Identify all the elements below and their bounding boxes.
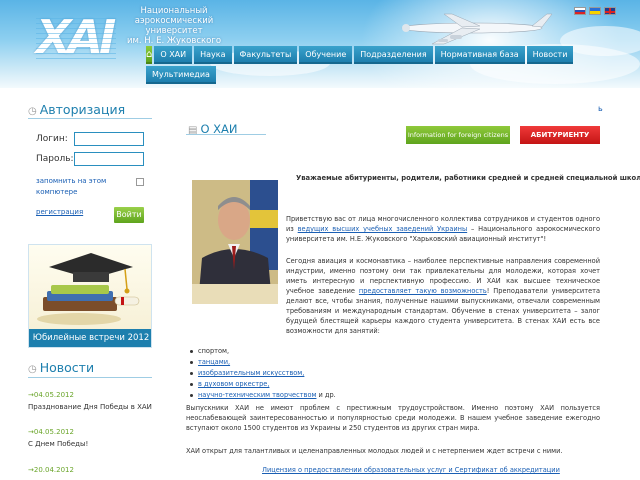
main-nav: ⌂ О ХАИ Наука Факультеты Обучение Подраз…	[146, 46, 574, 86]
anniversary-banner[interactable]: Юбилейные встречи 2012	[28, 244, 152, 348]
divider	[28, 377, 152, 378]
license-link[interactable]: Лицензия о предоставлении образовательны…	[262, 466, 560, 474]
site-header: ХАІ Национальный аэрокосмический универс…	[0, 0, 640, 88]
opportunity-link[interactable]: предоставляет такую возможность	[359, 287, 487, 295]
home-button[interactable]: ⌂	[146, 46, 153, 64]
news-item-title[interactable]: Празднование Дня Победы в ХАИ	[28, 403, 158, 411]
leading-universities-link[interactable]: ведущих высших учебных заведений Украины	[298, 225, 468, 233]
login-input[interactable]	[74, 132, 144, 146]
university-name-line: им. Н. Е. Жуковского	[126, 36, 222, 46]
news-item-title[interactable]: С Днем Победы!	[28, 440, 158, 448]
intro-paragraph: Приветствую вас от лица многочисленного …	[286, 214, 600, 244]
flag-ua-icon[interactable]	[589, 7, 601, 15]
activity-sport: спортом,	[198, 347, 230, 355]
activity-art-link[interactable]: изобразительным искусством,	[198, 369, 304, 377]
list-item: танцами,	[188, 357, 336, 368]
list-suffix: и др.	[316, 391, 336, 399]
news-heading: ◷ Новости	[28, 360, 94, 375]
list-item: научно-техническим творчеством и др.	[188, 390, 336, 401]
news-title: Новости	[39, 360, 95, 375]
list-item: изобразительным искусством,	[188, 368, 336, 379]
nav-item-about[interactable]: О ХАИ	[154, 46, 193, 64]
password-input[interactable]	[74, 152, 144, 166]
flag-en-icon[interactable]	[604, 7, 616, 15]
news-date: 04.05.2012	[28, 428, 158, 436]
login-label: Логин:	[36, 134, 68, 144]
nav-item-science[interactable]: Наука	[194, 46, 232, 64]
nav-item-regulations[interactable]: Нормативная база	[434, 46, 525, 64]
activities-list: спортом, танцами, изобразительным искусс…	[188, 346, 336, 401]
activity-orchestra-link[interactable]: в духовом оркестре,	[198, 380, 269, 388]
divider	[28, 118, 152, 119]
flag-ru-icon[interactable]	[574, 7, 586, 15]
password-label: Пароль:	[36, 154, 74, 164]
graduation-cap-image	[37, 253, 140, 325]
news-item[interactable]: 04.05.2012 С Днем Победы!	[28, 428, 158, 448]
rector-photo	[192, 180, 278, 304]
list-item: спортом,	[188, 346, 336, 357]
news-date: 04.05.2012	[28, 391, 158, 399]
home-icon: ⌂	[146, 49, 153, 60]
applicant-2012-button[interactable]: АБИТУРИЕНТУ 2012	[520, 126, 600, 157]
activity-dance-link[interactable]: танцами,	[198, 358, 230, 366]
list-item: в духовом оркестре,	[188, 379, 336, 390]
welcome-paragraph: ХАИ открыт для талантливых и целенаправл…	[186, 447, 563, 455]
aviation-paragraph: Сегодня авиация и космонавтика – наиболе…	[286, 256, 600, 336]
activity-science-link[interactable]: научно-техническим творчеством	[198, 391, 316, 399]
rector-portrait	[192, 180, 278, 304]
nav-item-education[interactable]: Обучение	[299, 46, 353, 64]
university-name-line: аэрокосмический	[134, 16, 214, 26]
auth-title: Авторизация	[39, 102, 126, 117]
remember-me-checkbox[interactable]	[136, 178, 144, 186]
remember-me-label[interactable]: запомнить на этом компютере	[36, 176, 110, 198]
university-logo[interactable]: ХАІ	[36, 14, 116, 60]
language-switcher	[574, 7, 616, 15]
news-item[interactable]: 20.04.2012	[28, 466, 158, 474]
university-name-line: университет	[145, 26, 203, 36]
news-item[interactable]: 04.05.2012 Празднование Дня Победы в ХАИ	[28, 391, 158, 411]
nav-item-faculties[interactable]: Факультеты	[233, 46, 298, 64]
graduates-paragraph: Выпускники ХАИ не имеют проблем с прести…	[186, 404, 600, 432]
university-name-line: Национальный	[140, 6, 208, 16]
clock-icon: ◷	[28, 364, 37, 375]
divider	[186, 134, 266, 135]
airplane-image	[401, 13, 553, 45]
nav-item-departments[interactable]: Подразделения	[354, 46, 433, 64]
university-name: Национальный аэрокосмический университет…	[124, 6, 224, 46]
greeting-heading: Уважаемые абитуриенты, родители, работни…	[296, 174, 640, 182]
news-date: 20.04.2012	[28, 466, 158, 474]
login-button[interactable]: Войти	[114, 207, 144, 223]
auth-heading: ◷ Авторизация	[28, 102, 125, 117]
foreign-citizens-button[interactable]: Information for foreign citizens	[406, 126, 510, 144]
nav-item-news[interactable]: Новости	[526, 46, 574, 64]
corner-link[interactable]: ь	[598, 104, 603, 113]
banner-caption: Юбилейные встречи 2012	[29, 329, 151, 347]
clock-icon: ◷	[28, 106, 37, 117]
nav-item-multimedia[interactable]: Мультимедиа	[146, 66, 216, 84]
register-link[interactable]: регистрация	[36, 208, 83, 216]
